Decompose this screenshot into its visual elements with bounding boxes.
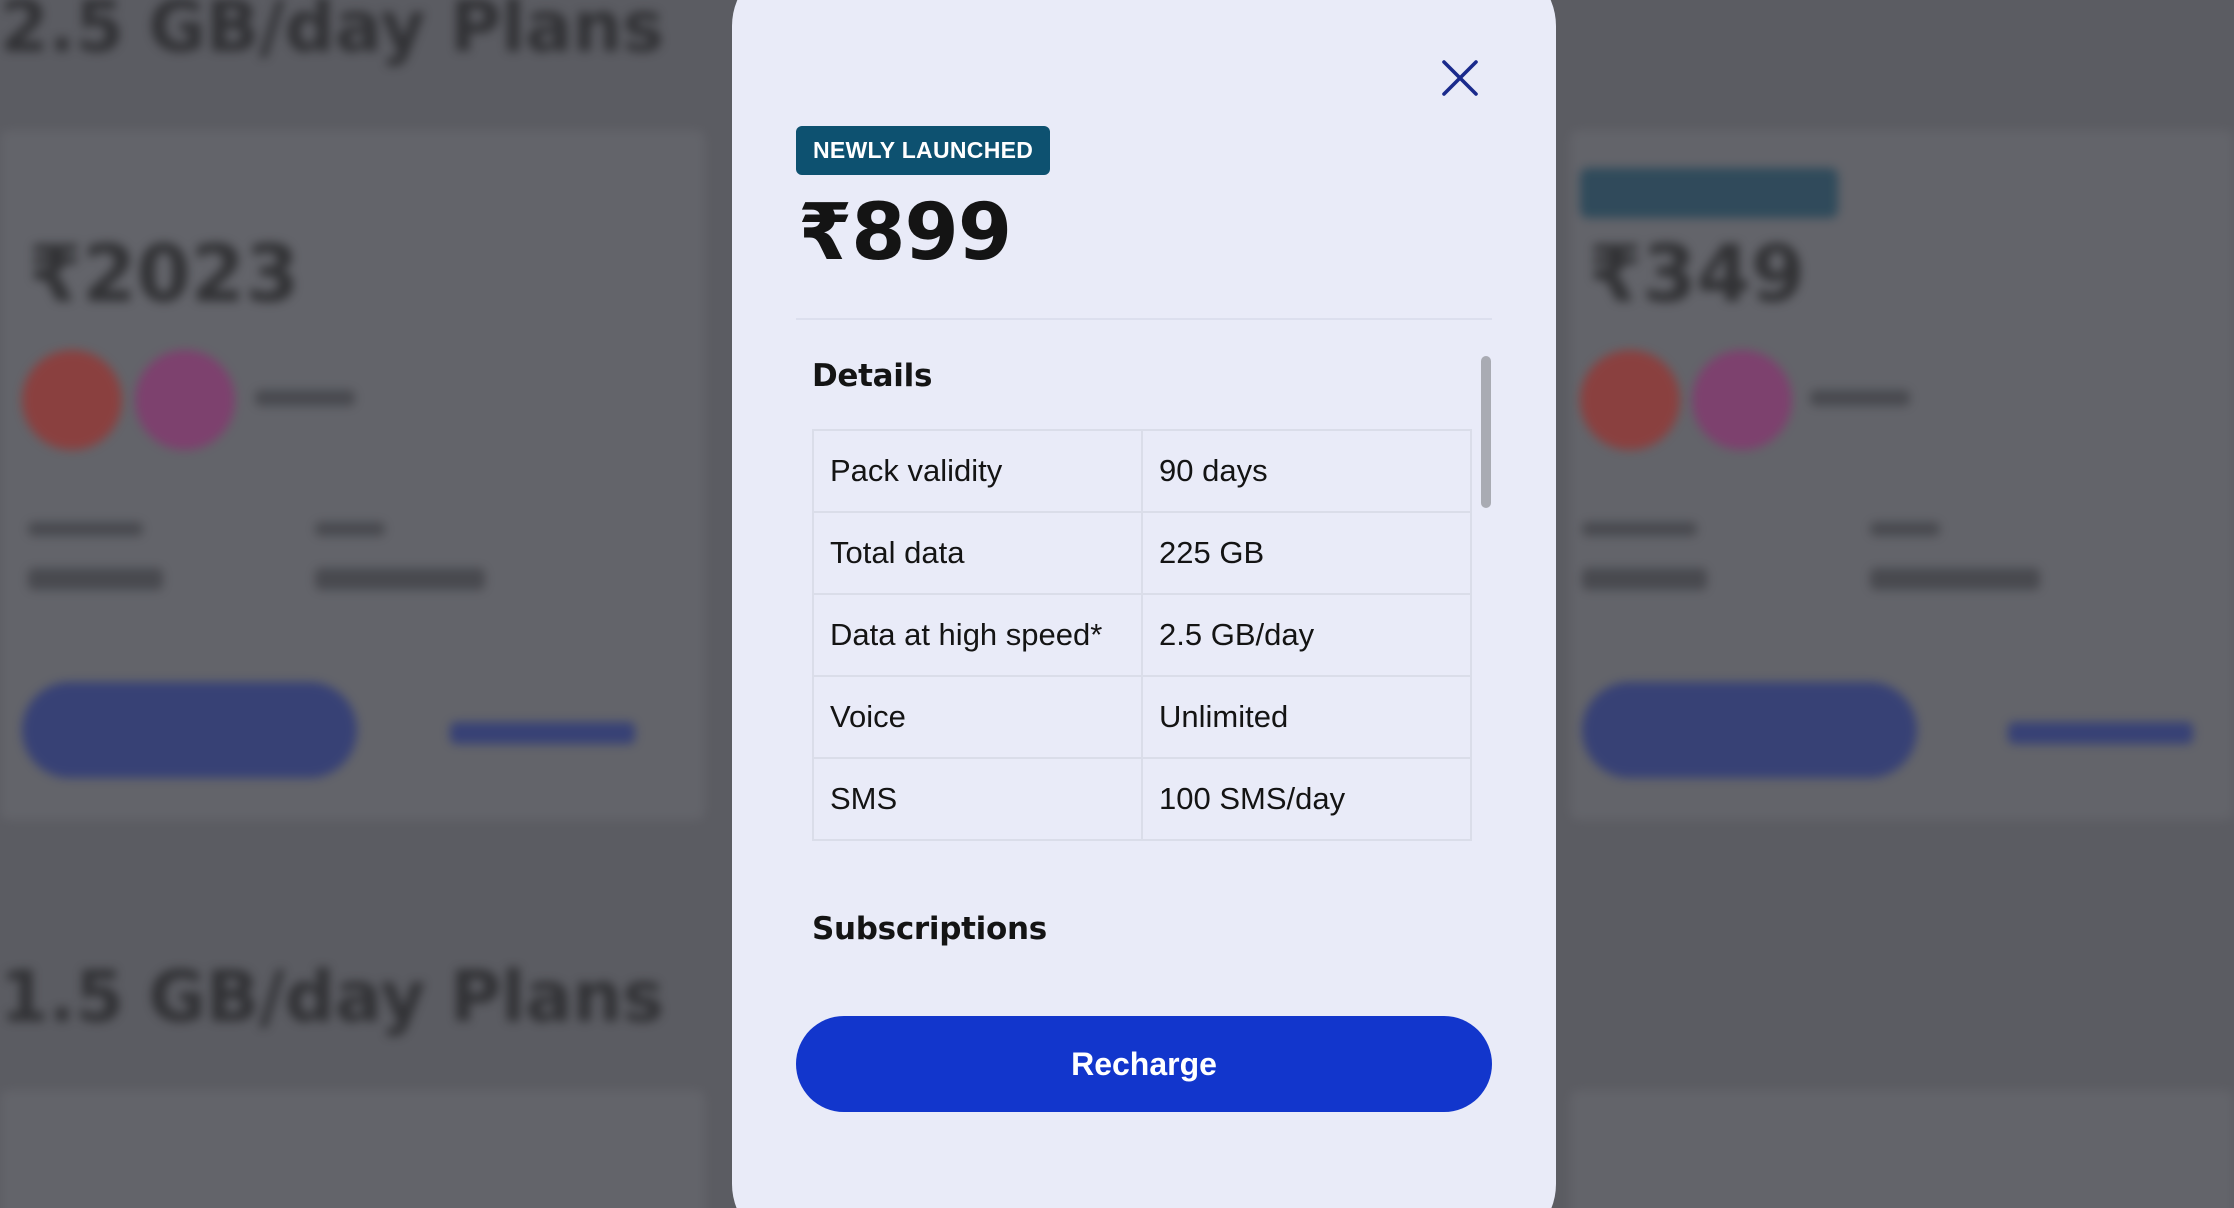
plan-card-price: ₹2023 xyxy=(28,230,300,320)
detail-label: SMS xyxy=(812,757,1143,841)
view-details-link[interactable] xyxy=(450,722,635,744)
badge-bg xyxy=(1580,168,1838,218)
plan-card-right: ₹349 xyxy=(1570,130,2234,820)
table-row: Pack validity 90 days xyxy=(812,429,1472,513)
detail-label: Total data xyxy=(812,511,1143,595)
plan-card-left: ₹2023 xyxy=(0,130,705,820)
app-icon xyxy=(135,350,235,450)
close-icon[interactable] xyxy=(1432,50,1488,106)
detail-value: 90 days xyxy=(1141,429,1472,513)
detail-label: Pack validity xyxy=(812,429,1143,513)
more-text xyxy=(1810,390,1910,406)
subscriptions-heading: Subscriptions xyxy=(812,911,1047,947)
scrollbar[interactable] xyxy=(1481,356,1491,508)
table-row: SMS 100 SMS/day xyxy=(812,757,1472,841)
plan-card-lower xyxy=(0,1090,705,1208)
detail-value: 225 GB xyxy=(1141,511,1472,595)
details-heading: Details xyxy=(812,358,933,394)
validity-value xyxy=(1582,568,1707,590)
detail-value: 2.5 GB/day xyxy=(1141,593,1472,677)
app-icon xyxy=(1692,350,1792,450)
divider xyxy=(796,318,1492,320)
detail-value: Unlimited xyxy=(1141,675,1472,759)
data-value xyxy=(315,568,485,590)
section-title-15gb: 1.5 GB/day Plans xyxy=(0,956,664,1038)
data-value xyxy=(1870,568,2040,590)
recharge-button[interactable]: Recharge xyxy=(796,1016,1492,1112)
data-label xyxy=(315,522,385,536)
section-title-25gb: 2.5 GB/day Plans xyxy=(0,0,664,68)
plan-card-lower xyxy=(1570,1090,2234,1208)
table-row: Data at high speed* 2.5 GB/day xyxy=(812,593,1472,677)
table-row: Total data 225 GB xyxy=(812,511,1472,595)
recharge-button-bg[interactable] xyxy=(22,682,357,778)
plan-card-price: ₹349 xyxy=(1588,230,1806,320)
details-table: Pack validity 90 days Total data 225 GB … xyxy=(812,429,1472,841)
validity-label xyxy=(1582,522,1697,536)
validity-value xyxy=(28,568,163,590)
view-details-link[interactable] xyxy=(2008,722,2193,744)
detail-label: Voice xyxy=(812,675,1143,759)
detail-value: 100 SMS/day xyxy=(1141,757,1472,841)
more-text xyxy=(255,390,355,406)
table-row: Voice Unlimited xyxy=(812,675,1472,759)
app-icon xyxy=(22,350,122,450)
recharge-button-bg[interactable] xyxy=(1582,682,1917,778)
app-icon xyxy=(1580,350,1680,450)
plan-price: ₹899 xyxy=(798,188,1012,278)
validity-label xyxy=(28,522,143,536)
detail-label: Data at high speed* xyxy=(812,593,1143,677)
newly-launched-badge: NEWLY LAUNCHED xyxy=(796,126,1051,175)
data-label xyxy=(1870,522,1940,536)
